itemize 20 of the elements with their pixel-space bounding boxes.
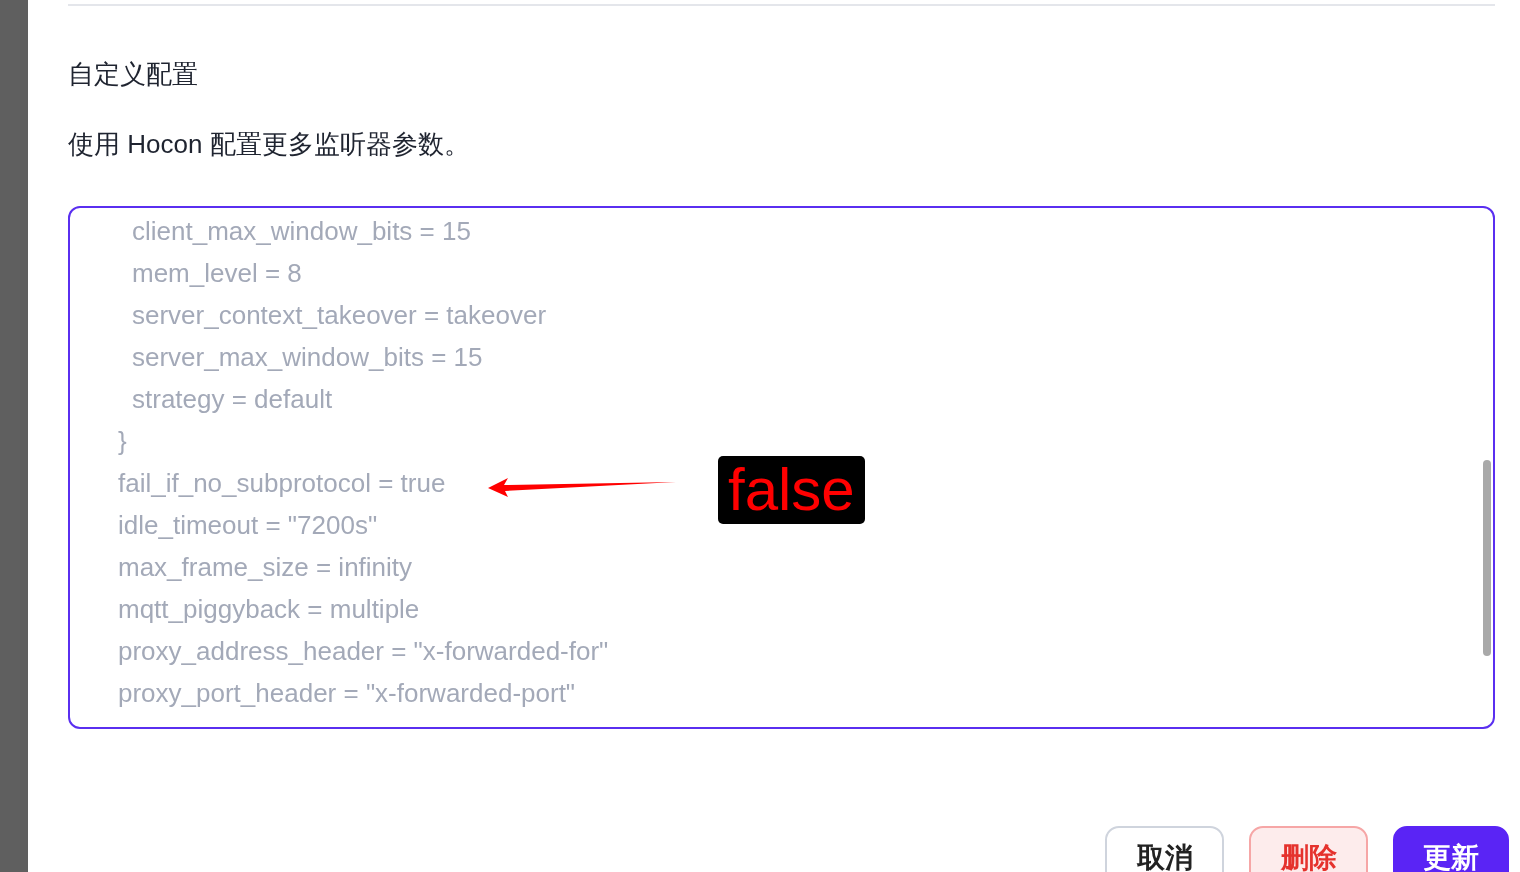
config-text-area[interactable] [68,206,1495,729]
code-line: strategy = default [132,383,333,416]
code-line: idle_timeout = "7200s" [118,509,378,542]
code-line: mqtt_piggyback = multiple [118,593,420,626]
code-line: mem_level = 8 [132,257,302,290]
code-line: proxy_address_header = "x-forwarded-for" [118,635,609,668]
annotation-label: false [718,456,865,524]
section-description: 使用 Hocon 配置更多监听器参数。 [68,128,471,161]
code-line: max_frame_size = infinity [118,551,413,584]
code-line: proxy_port_header = "x-forwarded-port" [118,677,576,710]
delete-button[interactable]: 删除 [1249,826,1368,872]
code-line: server_max_window_bits = 15 [132,341,483,374]
update-button[interactable]: 更新 [1393,826,1509,872]
section-title: 自定义配置 [68,58,199,91]
code-line: client_max_window_bits = 15 [132,215,471,248]
code-line: } [118,425,127,458]
code-line: fail_if_no_subprotocol = true [118,467,446,500]
code-line: server_context_takeover = takeover [132,299,547,332]
scrollbar-thumb[interactable] [1483,460,1491,656]
cancel-button[interactable]: 取消 [1105,826,1224,872]
